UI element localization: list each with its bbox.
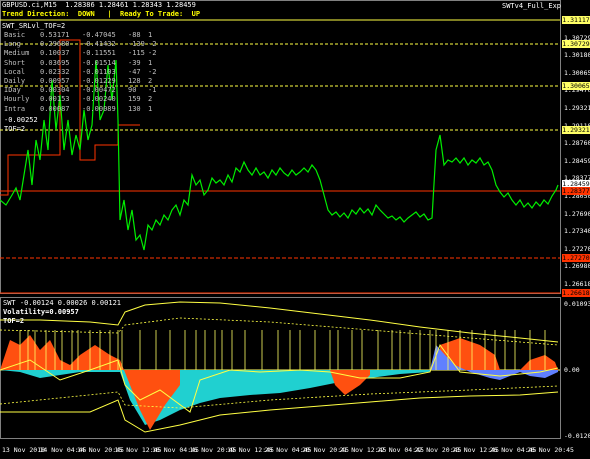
lower-envelope	[0, 391, 559, 433]
stats-cell-name: Local	[4, 67, 26, 76]
symbol-line: GBPUSD.ci,M15 1.28386 1.28461 1.28343 1.…	[2, 1, 196, 9]
stats-cell-a: 0.00957	[40, 77, 70, 85]
upper-envelope	[0, 301, 559, 343]
extra-line-1: -0.00252	[4, 116, 38, 124]
stats-cell-d: 1	[148, 31, 153, 39]
stats-cell-b: -0.01103	[82, 67, 116, 76]
extra-line-2: TOF=2	[4, 125, 26, 133]
stats-cell-d: 2	[148, 95, 153, 104]
stats-cell-c: -88	[128, 31, 141, 39]
stats-cell-name: Daily	[4, 77, 26, 85]
stats-cell-c: -115	[128, 49, 145, 58]
price-axis-label: 1.26980	[564, 262, 590, 271]
price-badge: 1.29321	[562, 126, 590, 134]
stats-cell-a: 0.00304	[40, 86, 70, 95]
stats-cell-a: 0.10037	[40, 49, 70, 58]
stats-cell-b: -0.00089	[82, 104, 116, 113]
stats-cell-b: -0.00240	[82, 95, 116, 104]
indicator-name: SWT_SRLvl_TOF=2	[2, 22, 66, 30]
stats-cell-name: Intra	[4, 104, 26, 113]
price-badge: 1.31117	[562, 16, 590, 24]
stats-cell-c: 159	[128, 95, 141, 104]
price-axis-label: 1.29321	[564, 104, 590, 112]
stats-cell-d: -2	[148, 67, 157, 76]
time-axis-label: 26 Nov 20:45	[527, 446, 574, 454]
stats-cell-d: -1	[148, 86, 157, 95]
stats-cell-name: Long	[4, 40, 21, 49]
price-axis-label: 1.28760	[564, 139, 590, 148]
price-axis-label: 1.27690	[564, 209, 590, 218]
price-axis-label: 1.30065	[564, 68, 590, 77]
stats-cell-name: Hourly	[4, 95, 30, 104]
price-axis-label: 1.30180	[564, 51, 590, 60]
price-axis-label: 1.27340	[564, 227, 590, 236]
stats-cell-d: 1	[148, 104, 153, 113]
stats-cell-b: -0.01514	[82, 58, 116, 67]
sub-volatility: Volatility=0.00957	[3, 308, 79, 316]
stats-cell-name: Basic	[4, 31, 26, 39]
stats-cell-c: -139	[128, 40, 145, 49]
stats-cell-b: -0.00472	[82, 86, 116, 95]
stats-cell-a: 0.29680	[40, 40, 70, 49]
price-badge: 1.26618	[562, 289, 590, 297]
top-right-label: SWTv4_Full_Exp	[502, 2, 562, 10]
orange-area-2	[330, 370, 370, 395]
stats-cell-d: 2	[148, 77, 153, 85]
stats-cell-a: 0.00087	[40, 104, 70, 113]
price-badge: 1.30729	[562, 40, 590, 48]
stats-cell-a: 0.00153	[40, 95, 70, 104]
stats-cell-d: 1	[148, 58, 153, 67]
stats-cell-b: -0.47045	[82, 31, 116, 39]
stats-cell-c: 128	[128, 77, 141, 85]
stats-cell-a: 0.02332	[40, 67, 70, 76]
sub-axis-mid: 0.00	[564, 366, 580, 374]
stats-cell-c: 130	[128, 104, 141, 113]
price-badge: 1.27270	[562, 254, 590, 262]
price-badge: 1.30065	[562, 82, 590, 90]
sub-title: SWT -0.00124 0.00026 0.00121	[3, 299, 122, 307]
stats-cell-c: 90	[128, 86, 137, 95]
stats-cell-b: -0.11551	[82, 49, 116, 58]
stats-cell-name: IDay	[4, 86, 21, 95]
orange-area-4	[520, 355, 558, 370]
sub-axis-top: 0.01093	[564, 300, 590, 308]
trend-direction-line: Trend Direction: DOWN | Ready To Trade: …	[2, 10, 201, 18]
stats-cell-d: -2	[148, 49, 157, 58]
price-axis-label: 1.27270	[564, 244, 590, 253]
stats-cell-b: -0.41432	[82, 40, 116, 49]
price-badge: 1.28377	[562, 187, 590, 195]
stats-cell-name: Short	[4, 58, 26, 67]
price-axis-label: 1.26618	[564, 280, 590, 288]
stats-cell-c: -39	[128, 58, 141, 67]
stats-cell-b: -0.01229	[82, 77, 116, 85]
stats-cell-a: 0.03695	[40, 58, 70, 67]
stats-cell-a: 0.53171	[40, 31, 70, 39]
sub-tof: TOF=2	[3, 317, 25, 325]
stats-cell-d: -2	[148, 40, 157, 49]
price-axis-label: 1.28459	[564, 156, 590, 165]
stats-cell-name: Medium	[4, 49, 30, 58]
stats-cell-c: -47	[128, 67, 141, 76]
sub-axis-bottom: -0.01204	[564, 432, 590, 440]
